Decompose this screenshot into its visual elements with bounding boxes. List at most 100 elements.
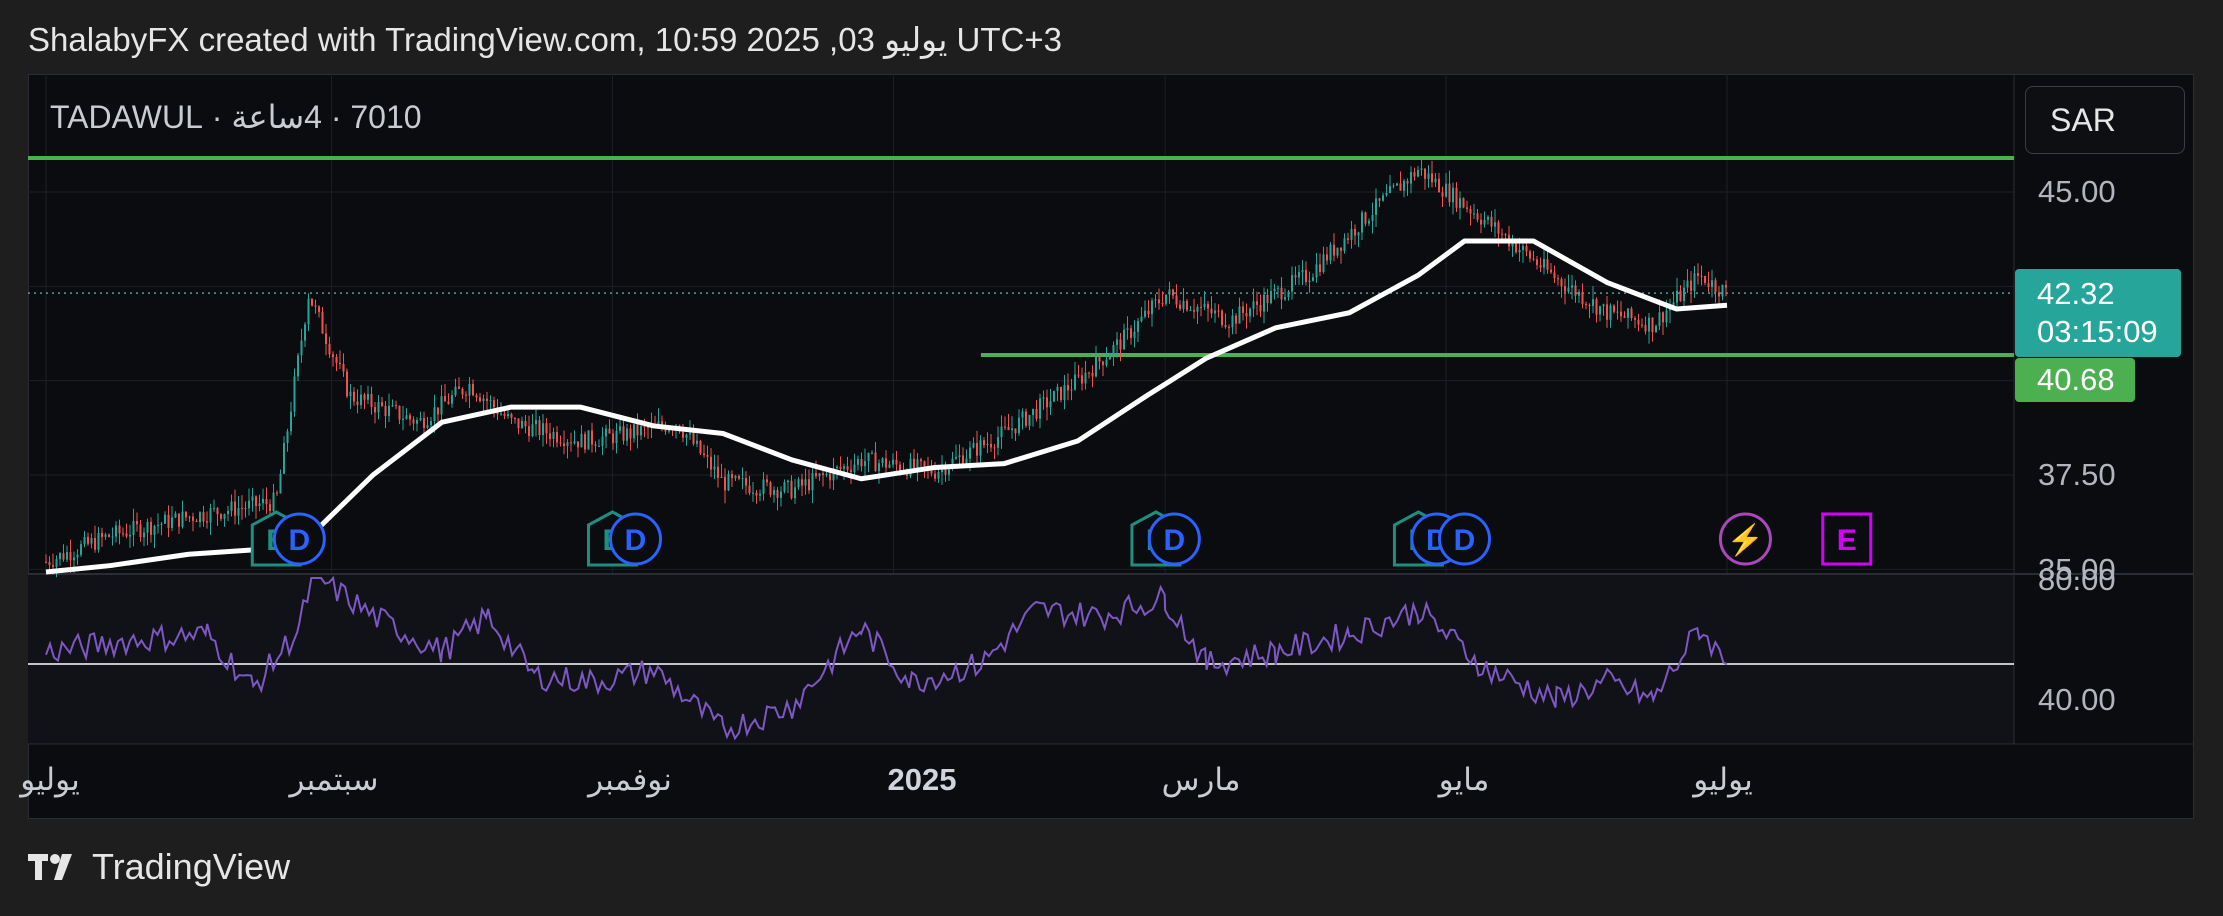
candle	[818, 473, 821, 477]
candle	[174, 513, 177, 518]
candle	[1368, 220, 1370, 224]
candle	[1399, 183, 1402, 191]
candle	[143, 532, 145, 538]
candle	[976, 442, 978, 456]
candle	[332, 354, 334, 357]
candle	[1644, 324, 1647, 332]
candle	[1252, 301, 1255, 309]
candle	[822, 473, 824, 476]
candle	[843, 466, 845, 469]
candle	[972, 442, 975, 448]
candle	[1403, 180, 1405, 191]
candle	[447, 401, 450, 404]
candle	[1084, 372, 1087, 384]
candle	[1536, 259, 1538, 266]
candle	[45, 561, 47, 563]
candle	[1700, 275, 1703, 277]
candle	[349, 391, 352, 397]
candle	[384, 405, 387, 417]
candle	[237, 507, 240, 516]
candle	[591, 430, 593, 445]
candle	[391, 405, 394, 407]
candle	[297, 355, 299, 377]
candle	[251, 496, 254, 501]
candle	[1200, 306, 1202, 308]
candle	[1445, 183, 1447, 197]
candle	[101, 533, 103, 537]
candle	[542, 423, 544, 436]
candle	[1707, 283, 1710, 288]
candle	[1224, 325, 1227, 328]
candle	[517, 418, 520, 429]
candle	[1371, 214, 1374, 221]
candle	[1714, 280, 1717, 293]
candle	[1539, 265, 1542, 268]
candle	[223, 514, 226, 519]
candle	[538, 420, 541, 436]
candle	[766, 479, 768, 483]
candle	[1448, 183, 1451, 203]
candle	[955, 456, 957, 459]
candle	[1098, 356, 1101, 362]
candle	[986, 443, 989, 446]
candle	[255, 496, 257, 507]
candle	[1385, 193, 1388, 196]
candle	[1613, 305, 1615, 312]
candle	[577, 441, 579, 448]
candle	[570, 442, 572, 444]
candle	[1473, 213, 1475, 215]
candle	[1011, 428, 1013, 431]
candle	[426, 425, 429, 428]
candle	[1238, 306, 1241, 324]
candle	[507, 414, 509, 417]
candle	[279, 473, 282, 494]
candle	[402, 418, 404, 420]
candle	[300, 340, 303, 356]
candle	[80, 544, 82, 555]
candle	[304, 324, 306, 341]
candle	[1483, 219, 1486, 225]
candle	[1032, 408, 1034, 415]
candle	[1357, 232, 1360, 236]
candle	[1102, 361, 1104, 366]
candle	[1287, 291, 1290, 298]
candle	[1319, 264, 1321, 272]
candle	[1312, 277, 1314, 281]
candle	[388, 405, 390, 417]
candle	[804, 479, 807, 486]
candle	[1014, 428, 1017, 434]
candle	[185, 511, 187, 518]
rsi-pane[interactable]	[28, 574, 2014, 744]
candle	[1683, 287, 1685, 301]
candle	[1133, 331, 1136, 338]
candle	[94, 537, 96, 550]
candle	[412, 419, 415, 424]
candle	[1560, 279, 1563, 287]
footer-brand[interactable]: TradingView	[28, 846, 290, 888]
candle	[1504, 234, 1507, 236]
candle	[178, 513, 180, 527]
candle	[1095, 356, 1097, 377]
candle	[888, 464, 891, 468]
candle	[1637, 319, 1640, 325]
candle	[619, 426, 621, 431]
candle	[1280, 287, 1283, 300]
candle	[423, 418, 425, 428]
candle	[202, 512, 205, 522]
candle	[73, 557, 75, 561]
candle	[1546, 259, 1549, 270]
candle	[1571, 285, 1573, 288]
candle	[395, 405, 397, 407]
symbol-label: 7010 · 4ساعة · TADAWUL	[50, 99, 422, 135]
candle	[559, 442, 562, 444]
currency-button[interactable]: SAR	[2025, 86, 2185, 154]
candle	[682, 431, 684, 438]
candle	[692, 432, 695, 444]
candle	[321, 312, 324, 334]
candle	[598, 445, 600, 447]
candle	[381, 402, 383, 406]
candle	[594, 444, 597, 446]
candle	[1305, 269, 1307, 282]
candle	[738, 476, 740, 479]
candle	[703, 453, 705, 456]
